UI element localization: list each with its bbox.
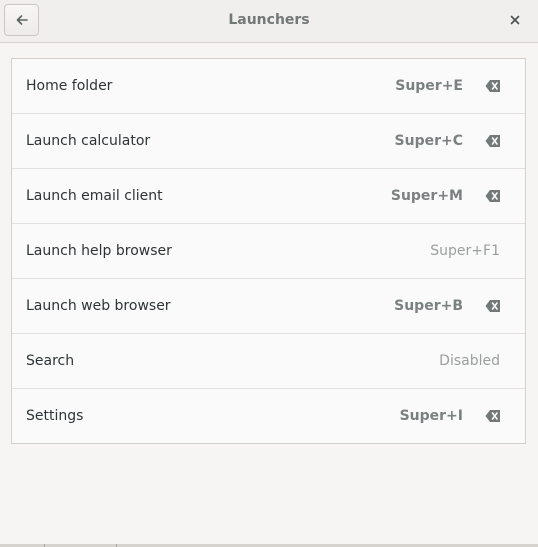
clear-shortcut-icon[interactable] xyxy=(485,79,501,93)
close-icon xyxy=(510,15,520,25)
shortcut-row-search[interactable]: Search Disabled xyxy=(12,334,525,389)
shortcut-accelerator: Super+E xyxy=(395,78,463,94)
shortcut-row-launch-help-browser[interactable]: Launch help browser Super+F1 xyxy=(12,224,525,279)
shortcut-accelerator: Super+B xyxy=(394,298,463,314)
shortcut-label: Launch help browser xyxy=(26,243,172,259)
shortcut-label: Search xyxy=(26,353,75,369)
close-button[interactable] xyxy=(500,6,530,34)
clear-shortcut-icon[interactable] xyxy=(485,299,501,313)
shortcut-accelerator: Super+C xyxy=(394,133,463,149)
shortcut-label: Launch email client xyxy=(26,188,163,204)
shortcut-label: Launch web browser xyxy=(26,298,171,314)
page-title: Launchers xyxy=(228,12,310,28)
shortcut-label: Launch calculator xyxy=(26,133,151,149)
shortcut-row-home-folder[interactable]: Home folder Super+E xyxy=(12,59,525,114)
shortcut-row-launch-calculator[interactable]: Launch calculator Super+C xyxy=(12,114,525,169)
shortcut-row-launch-email-client[interactable]: Launch email client Super+M xyxy=(12,169,525,224)
shortcut-label: Home folder xyxy=(26,78,113,94)
clear-shortcut-icon[interactable] xyxy=(485,189,501,203)
shortcut-accelerator: Disabled xyxy=(439,353,500,369)
shortcut-list: Home folder Super+E Launch calculator Su… xyxy=(11,58,526,444)
clear-shortcut-icon[interactable] xyxy=(485,134,501,148)
shortcut-accelerator: Super+F1 xyxy=(430,243,500,259)
shortcut-accelerator: Super+I xyxy=(399,408,463,424)
shortcut-row-launch-web-browser[interactable]: Launch web browser Super+B xyxy=(12,279,525,334)
header-bar: Launchers xyxy=(0,0,538,43)
shortcut-accelerator: Super+M xyxy=(390,188,463,204)
shortcut-label: Settings xyxy=(26,408,84,424)
shortcut-row-settings[interactable]: Settings Super+I xyxy=(12,389,525,444)
clear-shortcut-icon[interactable] xyxy=(485,409,501,423)
